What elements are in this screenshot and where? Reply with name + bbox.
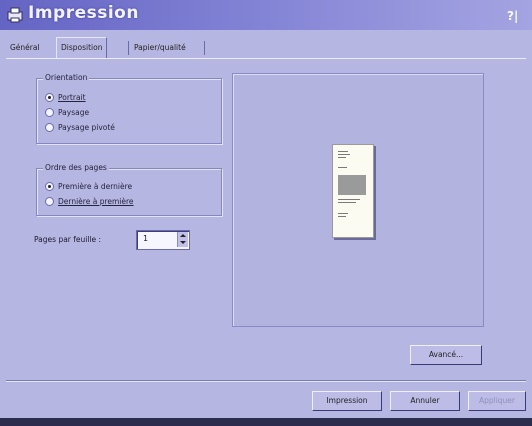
- title-bar: Impression ?|: [0, 0, 532, 30]
- preview-line: [338, 167, 347, 168]
- spinner-arrows[interactable]: [177, 232, 188, 247]
- page-order-legend: Ordre des pages: [43, 163, 109, 172]
- radio-back-to-front[interactable]: Dernière à première: [45, 195, 134, 207]
- arrow-down-icon[interactable]: [180, 241, 186, 244]
- radio-portrait[interactable]: Portrait: [45, 91, 86, 103]
- orientation-legend: Orientation: [43, 73, 90, 82]
- tab-underline: [6, 58, 526, 59]
- preview-line: [338, 157, 346, 158]
- pages-per-sheet-value: 1: [143, 234, 149, 243]
- radio-button[interactable]: [45, 122, 54, 132]
- page-order-group: Ordre des pages Première à dernière Dern…: [36, 163, 222, 216]
- preview-line: [338, 213, 348, 214]
- orientation-group: Orientation Portrait Paysage Paysage piv…: [36, 73, 222, 144]
- pages-per-sheet-select[interactable]: 1: [136, 230, 190, 250]
- tab-layout[interactable]: Disposition: [56, 37, 108, 58]
- apply-button[interactable]: Appliquer: [468, 391, 526, 411]
- preview-text-block: [338, 175, 366, 195]
- arrow-up-icon[interactable]: [180, 234, 186, 237]
- tab-separator: [128, 41, 129, 55]
- printer-icon: [7, 7, 23, 23]
- radio-button[interactable]: [45, 107, 54, 117]
- radio-label: Paysage pivoté: [58, 122, 115, 132]
- preview-line: [338, 216, 346, 217]
- preview-line: [338, 199, 360, 200]
- radio-landscape[interactable]: Paysage: [45, 106, 89, 118]
- separator: [6, 380, 526, 382]
- radio-button[interactable]: [45, 196, 54, 206]
- radio-label: Dernière à première: [58, 196, 134, 206]
- pages-per-sheet-label: Pages par feuille :: [34, 235, 102, 244]
- help-button[interactable]: ?|: [507, 9, 527, 24]
- tab-strip: Général Disposition Papier/qualité: [6, 36, 526, 58]
- cancel-button[interactable]: Annuler: [390, 391, 460, 411]
- preview-line: [338, 151, 348, 152]
- page-preview-icon: [332, 144, 374, 238]
- radio-button[interactable]: [45, 92, 54, 102]
- tab-separator: [204, 41, 205, 55]
- print-button[interactable]: Impression: [312, 391, 382, 411]
- radio-front-to-back[interactable]: Première à dernière: [45, 180, 132, 192]
- bottom-edge: [0, 418, 532, 426]
- tab-paper-quality[interactable]: Papier/qualité: [130, 40, 190, 56]
- radio-button[interactable]: [45, 181, 54, 191]
- advanced-button[interactable]: Avancé...: [410, 345, 482, 365]
- radio-label: Portrait: [58, 92, 86, 102]
- preview-line: [338, 154, 350, 155]
- radio-label: Première à dernière: [58, 181, 133, 191]
- window-title: Impression: [28, 3, 139, 23]
- radio-label: Paysage: [58, 107, 90, 117]
- preview-line: [338, 202, 356, 203]
- tab-general[interactable]: Général: [6, 40, 44, 56]
- radio-rotated-landscape[interactable]: Paysage pivoté: [45, 121, 115, 133]
